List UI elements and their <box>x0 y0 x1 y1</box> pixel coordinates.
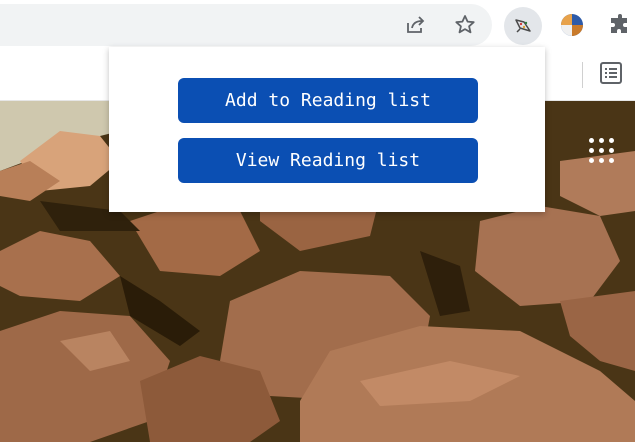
extension-popup: Add to Reading list View Reading list <box>109 47 545 212</box>
reading-list-extension-icon[interactable] <box>504 7 542 45</box>
apps-grid-icon[interactable] <box>587 136 617 166</box>
add-to-reading-list-button[interactable]: Add to Reading list <box>178 78 478 123</box>
extensions-puzzle-icon[interactable] <box>604 9 635 41</box>
share-icon[interactable] <box>401 10 431 40</box>
browser-toolbar <box>0 0 635 50</box>
avatar-extension-icon[interactable] <box>557 10 587 40</box>
view-reading-list-button[interactable]: View Reading list <box>178 138 478 183</box>
bookmark-star-icon[interactable] <box>450 10 480 40</box>
toolbar-separator <box>582 62 583 88</box>
reading-list-icon[interactable] <box>598 60 628 90</box>
